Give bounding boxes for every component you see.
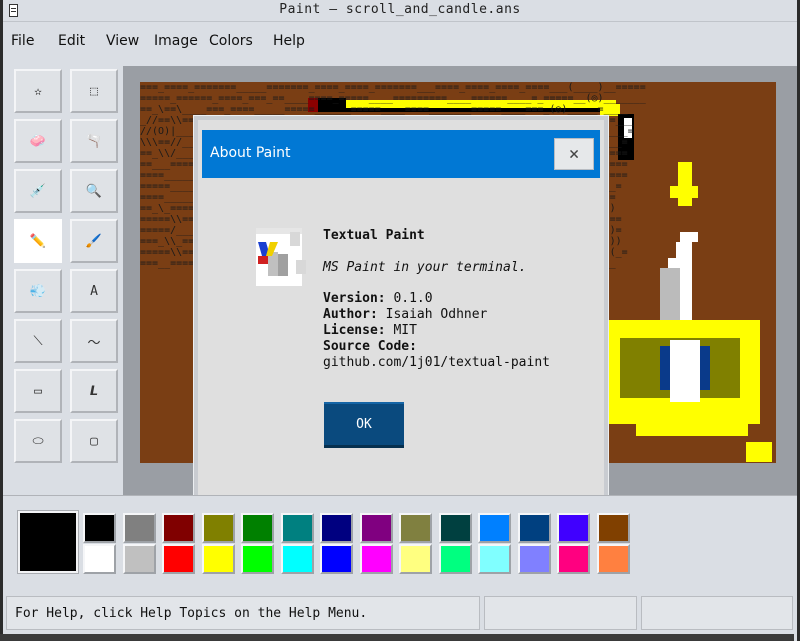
menu-help[interactable]: Help (273, 33, 305, 49)
pencil-icon: ✏️ (29, 233, 47, 249)
palette-swatch[interactable] (438, 513, 472, 543)
free-form-select-tool-button[interactable]: ✫ (14, 69, 62, 113)
pencil-tool-button[interactable]: ✏️ (14, 219, 62, 263)
magnifier-tool-button[interactable]: 🔍 (70, 169, 118, 213)
airbrush-icon: 💨 (29, 283, 47, 299)
palette-swatch[interactable] (557, 513, 590, 543)
menu-colors[interactable]: Colors (209, 33, 253, 49)
palette-swatch[interactable] (596, 544, 630, 574)
ellipse-tool-button[interactable]: ⬭ (14, 419, 62, 463)
eraser-icon: 🧼 (29, 133, 47, 149)
version-value: 0.1.0 (393, 291, 433, 306)
app-tagline: MS Paint in your terminal. (323, 260, 527, 275)
rectangle-select-icon: ⬚ (90, 83, 98, 99)
tool-box: ✫ ⬚ 🧼 🫗 💉 🔍 ✏️ 🖌️ 💨 A ⟍ ～ ▭ 𝙇 ⬭ ▢ (6, 66, 126, 495)
palette-swatch[interactable] (122, 513, 156, 543)
text-tool-button[interactable]: A (70, 269, 118, 313)
palette-swatch[interactable] (122, 544, 156, 574)
palette-swatch[interactable] (241, 544, 274, 574)
palette-swatch[interactable] (201, 513, 235, 543)
rounded-rectangle-tool-button[interactable]: ▢ (70, 419, 118, 463)
menu-file[interactable]: File (11, 33, 34, 49)
author-label: Author: (323, 307, 378, 322)
palette-swatch[interactable] (478, 513, 511, 543)
app-name: Textual Paint (323, 228, 425, 243)
version-label: Version: (323, 291, 386, 306)
rounded-rectangle-icon: ▢ (90, 433, 98, 449)
pick-color-icon: 💉 (29, 183, 47, 199)
author-row: Author: Isaiah Odhner (323, 307, 487, 322)
polygon-icon: 𝙇 (89, 383, 99, 399)
license-value: MIT (393, 323, 417, 338)
line-tool-button[interactable]: ⟍ (14, 319, 62, 363)
menu-image[interactable]: Image (154, 33, 198, 49)
palette-swatch[interactable] (478, 544, 511, 574)
palette-swatch[interactable] (320, 513, 353, 543)
dialog-title-bar: About Paint 🗙 (202, 130, 600, 178)
curve-icon: ～ (87, 335, 101, 351)
text-icon: A (90, 283, 98, 299)
polygon-tool-button[interactable]: 𝙇 (70, 369, 118, 413)
paint-window: Paint — scroll_and_candle.ans File Edit … (3, 0, 797, 641)
status-position-segment (484, 596, 637, 630)
palette-swatch[interactable] (83, 513, 116, 543)
dialog-title: About Paint (210, 145, 291, 161)
window-title: Paint — scroll_and_candle.ans (279, 2, 521, 17)
palette-swatch[interactable] (83, 544, 116, 574)
brush-icon: 🖌️ (85, 233, 103, 249)
palette-swatch[interactable] (438, 544, 472, 574)
palette-swatch[interactable] (596, 513, 630, 543)
free-form-select-icon: ✫ (34, 83, 42, 99)
status-help-segment: For Help, click Help Topics on the Help … (6, 596, 480, 630)
source-label: Source Code: (323, 339, 417, 354)
menu-bar: File Edit View Image Colors Help (3, 26, 797, 56)
dialog-close-button[interactable]: 🗙 (554, 138, 594, 170)
palette-swatch[interactable] (399, 544, 432, 574)
palette-swatch[interactable] (280, 544, 314, 574)
fill-bucket-icon: 🫗 (85, 133, 103, 149)
license-label: License: (323, 323, 386, 338)
status-help-text: For Help, click Help Topics on the Help … (15, 606, 368, 621)
license-row: License: MIT (323, 323, 417, 338)
palette-swatch[interactable] (201, 544, 235, 574)
status-bar: For Help, click Help Topics on the Help … (3, 596, 797, 634)
airbrush-tool-button[interactable]: 💨 (14, 269, 62, 313)
menu-view[interactable]: View (106, 33, 139, 49)
window-bottom-edge (0, 634, 794, 641)
rectangle-tool-button[interactable]: ▭ (14, 369, 62, 413)
rectangle-select-tool-button[interactable]: ⬚ (70, 69, 118, 113)
palette-swatch[interactable] (517, 544, 551, 574)
source-link[interactable]: github.com/1j01/textual-paint (323, 355, 550, 370)
current-color-swatch[interactable] (18, 511, 78, 573)
palette-swatch[interactable] (162, 544, 195, 574)
palette-swatch[interactable] (557, 544, 590, 574)
version-row: Version: 0.1.0 (323, 291, 433, 306)
paint-app-icon (256, 228, 306, 286)
ok-button[interactable]: OK (324, 402, 404, 448)
close-icon: 🗙 (569, 145, 579, 160)
palette-swatch[interactable] (399, 513, 432, 543)
author-value: Isaiah Odhner (385, 307, 488, 322)
status-size-segment (641, 596, 793, 630)
color-palette (3, 495, 797, 587)
palette-swatch[interactable] (280, 513, 314, 543)
title-bar: Paint — scroll_and_candle.ans (3, 0, 797, 22)
palette-swatch[interactable] (359, 544, 393, 574)
eraser-tool-button[interactable]: 🧼 (14, 119, 62, 163)
palette-swatch[interactable] (517, 513, 551, 543)
magnifier-icon: 🔍 (85, 183, 103, 199)
brush-tool-button[interactable]: 🖌️ (70, 219, 118, 263)
curve-tool-button[interactable]: ～ (70, 319, 118, 363)
rectangle-icon: ▭ (34, 383, 42, 399)
line-icon: ⟍ (33, 333, 43, 349)
about-dialog: About Paint 🗙 Textual Paint MS Paint in … (194, 116, 608, 505)
pick-color-tool-button[interactable]: 💉 (14, 169, 62, 213)
menu-edit[interactable]: Edit (58, 33, 85, 49)
ellipse-icon: ⬭ (32, 433, 44, 449)
palette-swatch[interactable] (320, 544, 353, 574)
fill-bucket-tool-button[interactable]: 🫗 (70, 119, 118, 163)
palette-swatch[interactable] (359, 513, 393, 543)
palette-swatch[interactable] (162, 513, 195, 543)
palette-swatch[interactable] (241, 513, 274, 543)
